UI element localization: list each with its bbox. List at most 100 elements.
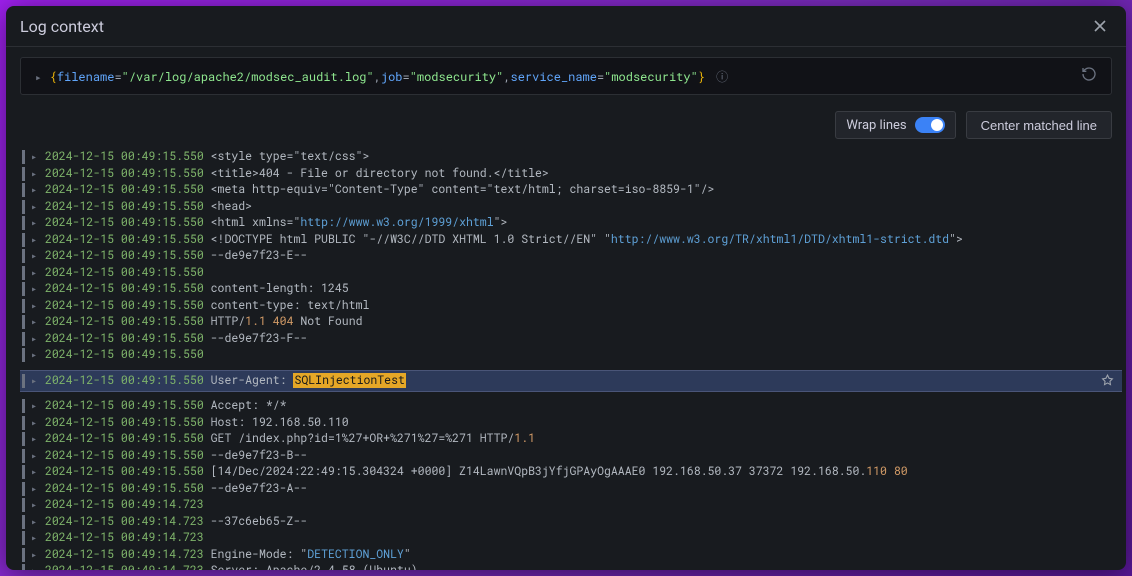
log-marker — [22, 167, 25, 181]
log-row[interactable]: ▸2024-12-15 00:49:14.723 --37c6eb65-Z-- — [20, 514, 1122, 531]
expand-row-icon[interactable]: ▸ — [31, 448, 39, 465]
panel-header: Log context — [6, 6, 1126, 47]
log-content: 2024-12-15 00:49:15.550 content-length: … — [45, 281, 349, 298]
log-timestamp: 2024-12-15 00:49:15.550 — [45, 481, 204, 496]
expand-row-icon[interactable]: ▸ — [31, 530, 39, 547]
log-row[interactable]: ▸ 2024-12-15 00:49:15.550 --de9e7f23-B-- — [20, 448, 1122, 465]
log-row[interactable]: ▸2024-12-15 00:49:15.550 GET /index.php?… — [20, 431, 1122, 448]
log-marker — [22, 299, 25, 313]
log-content: 2024-12-15 00:49:15.550 --de9e7f23-F-- — [45, 331, 307, 348]
log-content: 2024-12-15 00:49:15.550 content-type: te… — [45, 298, 369, 315]
log-row[interactable]: ▸2024-12-15 00:49:15.550 <head> — [20, 199, 1122, 216]
expand-row-icon[interactable]: ▸ — [31, 215, 39, 232]
log-row[interactable]: ▸2024-12-15 00:49:14.723 Engine-Mode: "D… — [20, 547, 1122, 564]
log-content: 2024-12-15 00:49:15.550 <title>404 - Fil… — [45, 166, 549, 183]
log-timestamp: 2024-12-15 00:49:15.550 — [45, 331, 204, 346]
log-content: 2024-12-15 00:49:14.723 — [45, 497, 211, 514]
log-content: 2024-12-15 00:49:15.550 <!DOCTYPE html P… — [45, 232, 963, 249]
expand-row-icon[interactable]: ▸ — [31, 166, 39, 183]
log-timestamp: 2024-12-15 00:49:14.723 — [45, 563, 204, 570]
log-marker — [22, 200, 25, 214]
expand-chevron-icon[interactable]: ▸ — [35, 69, 42, 84]
expand-row-icon[interactable]: ▸ — [31, 547, 39, 564]
toolbar: Wrap lines Center matched line — [6, 105, 1126, 149]
log-marker — [22, 564, 25, 570]
log-timestamp: 2024-12-15 00:49:15.550 — [45, 347, 204, 362]
expand-row-icon[interactable]: ▸ — [31, 149, 39, 166]
log-marker — [22, 332, 25, 346]
expand-row-icon[interactable]: ▸ — [31, 298, 39, 315]
log-row[interactable]: ▸2024-12-15 00:49:15.550 <style type="te… — [20, 149, 1122, 166]
log-row-matched[interactable]: ▸2024-12-15 00:49:15.550 User-Agent: SQL… — [20, 370, 1122, 393]
log-row[interactable]: ▸ 2024-12-15 00:49:15.550 <html xmlns="ht… — [20, 215, 1122, 232]
log-row[interactable]: ▸ 2024-12-15 00:49:14.723 — [20, 497, 1122, 514]
log-marker — [22, 348, 25, 362]
log-row[interactable]: ▸ 2024-12-15 00:49:15.550 <meta http-equi… — [20, 182, 1122, 199]
log-timestamp: 2024-12-15 00:49:15.550 — [45, 431, 204, 446]
log-timestamp: 2024-12-15 00:49:14.723 — [45, 514, 204, 529]
expand-row-icon[interactable]: ▸ — [31, 182, 39, 199]
log-row[interactable]: ▸ 2024-12-15 00:49:15.550 <!DOCTYPE html … — [20, 232, 1122, 249]
log-row[interactable]: ▸2024-12-15 00:49:15.550 [14/Dec/2024:22… — [20, 464, 1122, 481]
expand-row-icon[interactable]: ▸ — [31, 331, 39, 348]
log-row[interactable]: ▸2024-12-15 00:49:15.550 HTTP/1.1 404 No… — [20, 314, 1122, 331]
log-timestamp: 2024-12-15 00:49:15.550 — [45, 232, 204, 247]
log-row[interactable]: ▸2024-12-15 00:49:15.550 Host: 192.168.5… — [20, 415, 1122, 432]
toggle-knob — [931, 119, 943, 131]
log-row[interactable]: ▸2024-12-15 00:49:15.550 --de9e7f23-A-- — [20, 481, 1122, 498]
expand-row-icon[interactable]: ▸ — [31, 431, 39, 448]
expand-row-icon[interactable]: ▸ — [31, 514, 39, 531]
log-timestamp: 2024-12-15 00:49:15.550 — [45, 298, 204, 313]
center-matched-button[interactable]: Center matched line — [966, 111, 1112, 139]
log-timestamp: 2024-12-15 00:49:15.550 — [45, 199, 204, 214]
log-number: 110 — [866, 464, 887, 479]
log-row[interactable]: ▸ 2024-12-15 00:49:15.550 --de9e7f23-F-- — [20, 331, 1122, 348]
query-bar[interactable]: ▸ {filename="/var/log/apache2/modsec_aud… — [20, 57, 1112, 95]
log-marker — [22, 416, 25, 430]
toggle-switch[interactable] — [915, 117, 945, 133]
expand-row-icon[interactable]: ▸ — [31, 281, 39, 298]
log-marker — [22, 498, 25, 512]
log-row[interactable]: ▸2024-12-15 00:49:15.550 --de9e7f23-E-- — [20, 248, 1122, 265]
expand-row-icon[interactable]: ▸ — [31, 398, 39, 415]
log-list[interactable]: ▸2024-12-15 00:49:15.550 <style type="te… — [6, 149, 1126, 570]
expand-row-icon[interactable]: ▸ — [31, 248, 39, 265]
log-row[interactable]: ▸ 2024-12-15 00:49:14.723 — [20, 530, 1122, 547]
log-timestamp: 2024-12-15 00:49:14.723 — [45, 530, 204, 545]
expand-row-icon[interactable]: ▸ — [31, 199, 39, 216]
log-content: 2024-12-15 00:49:15.550 <meta http-equiv… — [45, 182, 714, 199]
log-marker — [22, 374, 25, 388]
info-icon[interactable]: ⓘ — [709, 69, 728, 85]
close-button[interactable] — [1088, 14, 1112, 38]
log-marker — [22, 233, 25, 247]
log-row[interactable]: ▸ 2024-12-15 00:49:15.550 — [20, 347, 1122, 364]
wrap-lines-toggle[interactable]: Wrap lines — [835, 111, 955, 139]
log-content: 2024-12-15 00:49:14.723 Server: Apache/2… — [45, 563, 418, 570]
log-row[interactable]: ▸ 2024-12-15 00:49:15.550 content-type: t… — [20, 298, 1122, 315]
log-marker — [22, 150, 25, 164]
log-marker — [22, 548, 25, 562]
expand-row-icon[interactable]: ▸ — [31, 347, 39, 364]
expand-row-icon[interactable]: ▸ — [31, 481, 39, 498]
log-marker — [22, 216, 25, 230]
expand-row-icon[interactable]: ▸ — [31, 464, 39, 481]
log-row[interactable]: ▸ 2024-12-15 00:49:14.723 Server: Apache/… — [20, 563, 1122, 570]
log-marker — [22, 399, 25, 413]
log-row[interactable]: ▸2024-12-15 00:49:15.550 Accept: */* — [20, 398, 1122, 415]
log-row[interactable]: ▸ 2024-12-15 00:49:15.550 <title>404 - Fi… — [20, 166, 1122, 183]
log-marker — [22, 183, 25, 197]
log-row[interactable]: ▸ 2024-12-15 00:49:15.550 content-length:… — [20, 281, 1122, 298]
log-content: 2024-12-15 00:49:15.550 <html xmlns="htt… — [45, 215, 507, 232]
expand-row-icon[interactable]: ▸ — [31, 415, 39, 432]
reset-icon[interactable] — [1081, 66, 1097, 86]
expand-row-icon[interactable]: ▸ — [31, 497, 39, 514]
pin-icon[interactable] — [1101, 374, 1114, 392]
log-row[interactable]: ▸ 2024-12-15 00:49:15.550 — [20, 265, 1122, 282]
log-content: 2024-12-15 00:49:15.550 --de9e7f23-B-- — [45, 448, 307, 465]
expand-row-icon[interactable]: ▸ — [31, 232, 39, 249]
log-timestamp: 2024-12-15 00:49:15.550 — [45, 265, 204, 280]
expand-row-icon[interactable]: ▸ — [31, 373, 39, 390]
expand-row-icon[interactable]: ▸ — [31, 314, 39, 331]
expand-row-icon[interactable]: ▸ — [31, 563, 39, 570]
expand-row-icon[interactable]: ▸ — [31, 265, 39, 282]
